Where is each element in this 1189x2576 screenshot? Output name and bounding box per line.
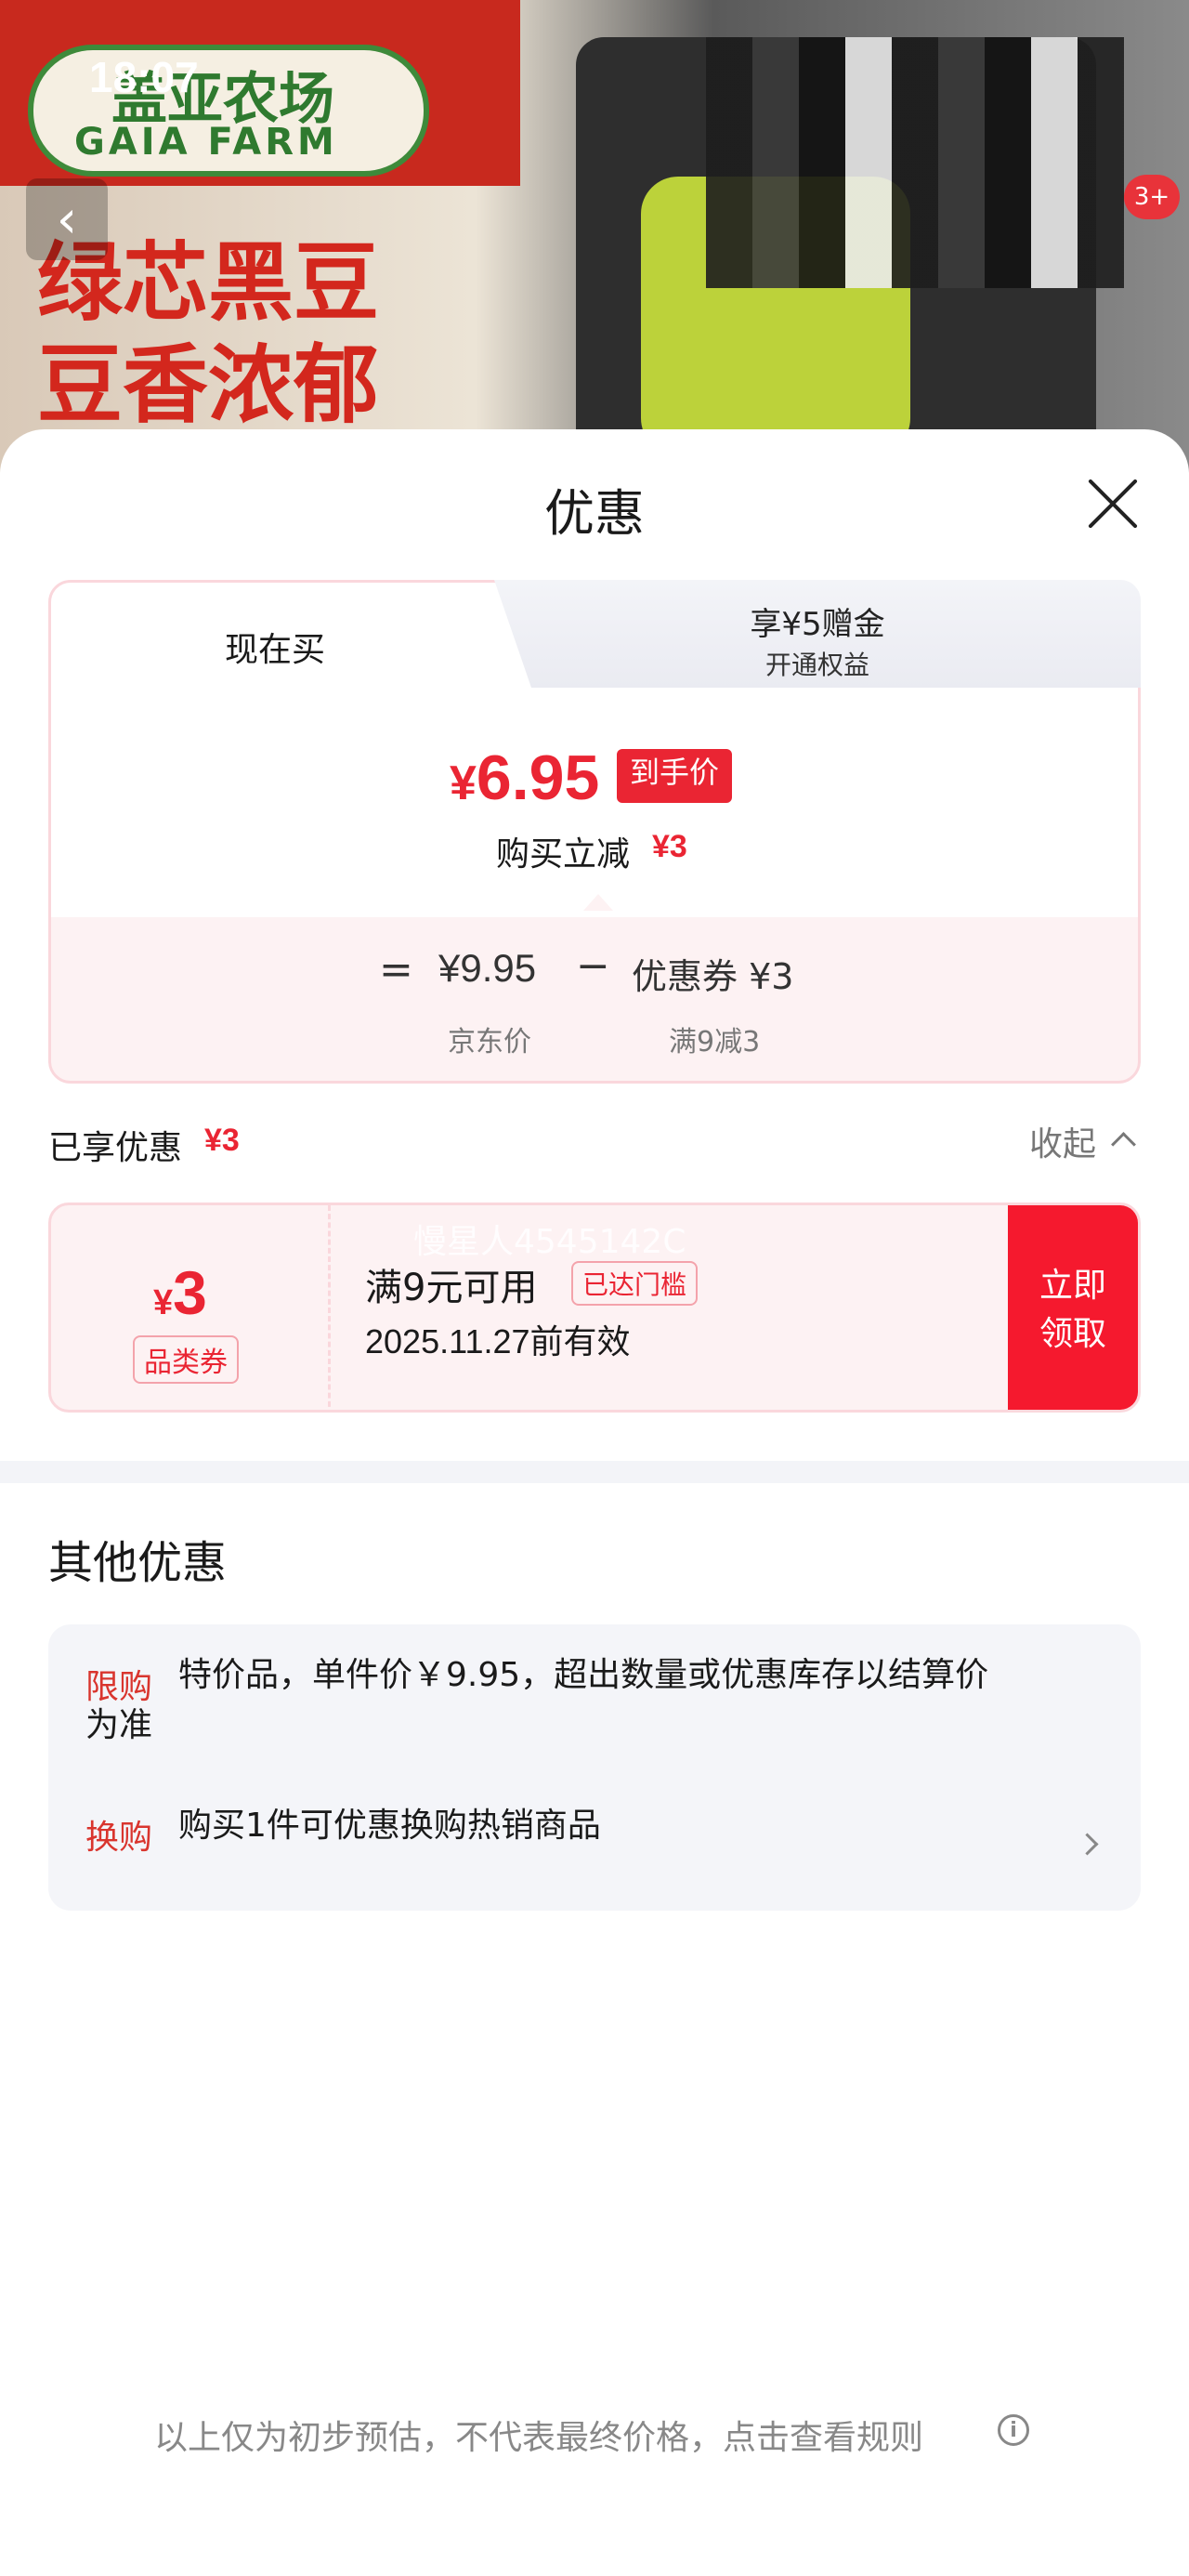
sheet-title: 优惠 — [544, 484, 645, 543]
enjoyed-discount-label: 已享优惠 — [48, 1129, 183, 1167]
final-price-tag: 到手价 — [617, 749, 733, 803]
coupon-amount-value: 3 — [173, 1258, 207, 1327]
jd-price-value: ¥9.95 — [438, 946, 537, 990]
jd-price-label: 京东价 — [448, 1026, 531, 1058]
limit-purchase-text: 特价品，单件价￥9.95，超出数量或优惠库存以结算价 — [178, 1656, 989, 1694]
coupon-card: ¥3 品类券 慢星人4545142C 满9元可用 已达门槛 2025.11.27… — [48, 1203, 1141, 1413]
claim-button-line-1: 立即 — [1039, 1267, 1106, 1305]
chevron-up-icon[interactable] — [1111, 1132, 1136, 1157]
disclaimer-text[interactable]: 以上仅为初步预估，不代表最终价格，点击查看规则 — [154, 2411, 923, 2459]
currency-symbol: ¥ — [450, 756, 477, 810]
tab-membership-label: 享¥5赠金 — [750, 606, 885, 643]
trade-in-text: 购买1件可优惠换购热销商品 — [178, 1807, 601, 1845]
tab-membership-sublabel: 开通权益 — [764, 650, 869, 680]
chevron-right-icon — [1076, 1833, 1099, 1856]
coupon-watermark: 慢星人4545142C — [413, 1223, 686, 1261]
cart-badge: 3+ — [1124, 175, 1180, 219]
limit-purchase-text-line-2: 为准 — [85, 1706, 153, 1744]
discount-sheet: 优惠 享¥5赠金 开通权益 现在买 ¥6.95 到手价 购买立减 ¥3 = ¥9… — [0, 429, 1189, 2576]
collapse-button[interactable]: 收起 — [1029, 1117, 1096, 1165]
instant-discount-label: 购买立减 — [496, 835, 631, 874]
minus-sign: − — [576, 942, 610, 990]
info-icon[interactable]: i — [998, 2414, 1029, 2446]
product-slogan: 绿芯黑豆 豆香浓郁 — [37, 232, 379, 437]
coupon-amount: ¥3 — [153, 1257, 207, 1328]
back-button[interactable]: ‹ — [26, 178, 108, 260]
other-discounts-box: 限购 特价品，单件价￥9.95，超出数量或优惠库存以结算价 为准 换购 购买1件… — [48, 1624, 1141, 1911]
trade-in-tag: 换购 — [85, 1819, 153, 1857]
coupon-condition: 满9元可用 — [365, 1267, 538, 1309]
tab-membership[interactable]: 享¥5赠金 开通权益 — [494, 580, 1141, 701]
breakdown-caret — [583, 894, 613, 911]
price-card: 享¥5赠金 开通权益 现在买 ¥6.95 到手价 购买立减 ¥3 = ¥9.95… — [48, 580, 1141, 1084]
tab-buy-now[interactable]: 现在买 — [48, 580, 531, 691]
threshold-reached-badge: 已达门槛 — [571, 1261, 699, 1306]
coupon-divider — [328, 1205, 331, 1410]
coupon-expiry: 2025.11.27前有效 — [365, 1322, 631, 1360]
final-price: ¥6.95 — [450, 742, 599, 814]
claim-button-line-2: 领取 — [1039, 1315, 1106, 1353]
claim-coupon-button[interactable]: 立即 领取 — [1008, 1205, 1138, 1410]
coupon-discount-value: 优惠券 ¥3 — [632, 956, 794, 997]
coupon-currency-symbol: ¥ — [153, 1283, 174, 1322]
equals-sign: = — [379, 946, 413, 993]
coupon-type-badge: 品类券 — [133, 1335, 239, 1384]
coupon-rule-label: 满9减3 — [669, 1026, 761, 1058]
enjoyed-discount-amount: ¥3 — [204, 1123, 240, 1158]
status-bar-time: 18:07 — [89, 53, 199, 101]
final-price-value: 6.95 — [476, 743, 600, 813]
section-separator — [0, 1461, 1189, 1483]
pixelated-area — [706, 37, 1124, 288]
other-discounts-title: 其他优惠 — [48, 1537, 228, 1589]
tab-buy-now-label: 现在买 — [225, 631, 326, 669]
close-icon[interactable] — [1085, 476, 1141, 532]
instant-discount-amount: ¥3 — [652, 829, 687, 864]
chevron-left-icon: ‹ — [56, 189, 78, 250]
slogan-line-2: 豆香浓郁 — [37, 335, 380, 435]
brand-logo-text-en: GAIA FARM — [74, 121, 338, 164]
